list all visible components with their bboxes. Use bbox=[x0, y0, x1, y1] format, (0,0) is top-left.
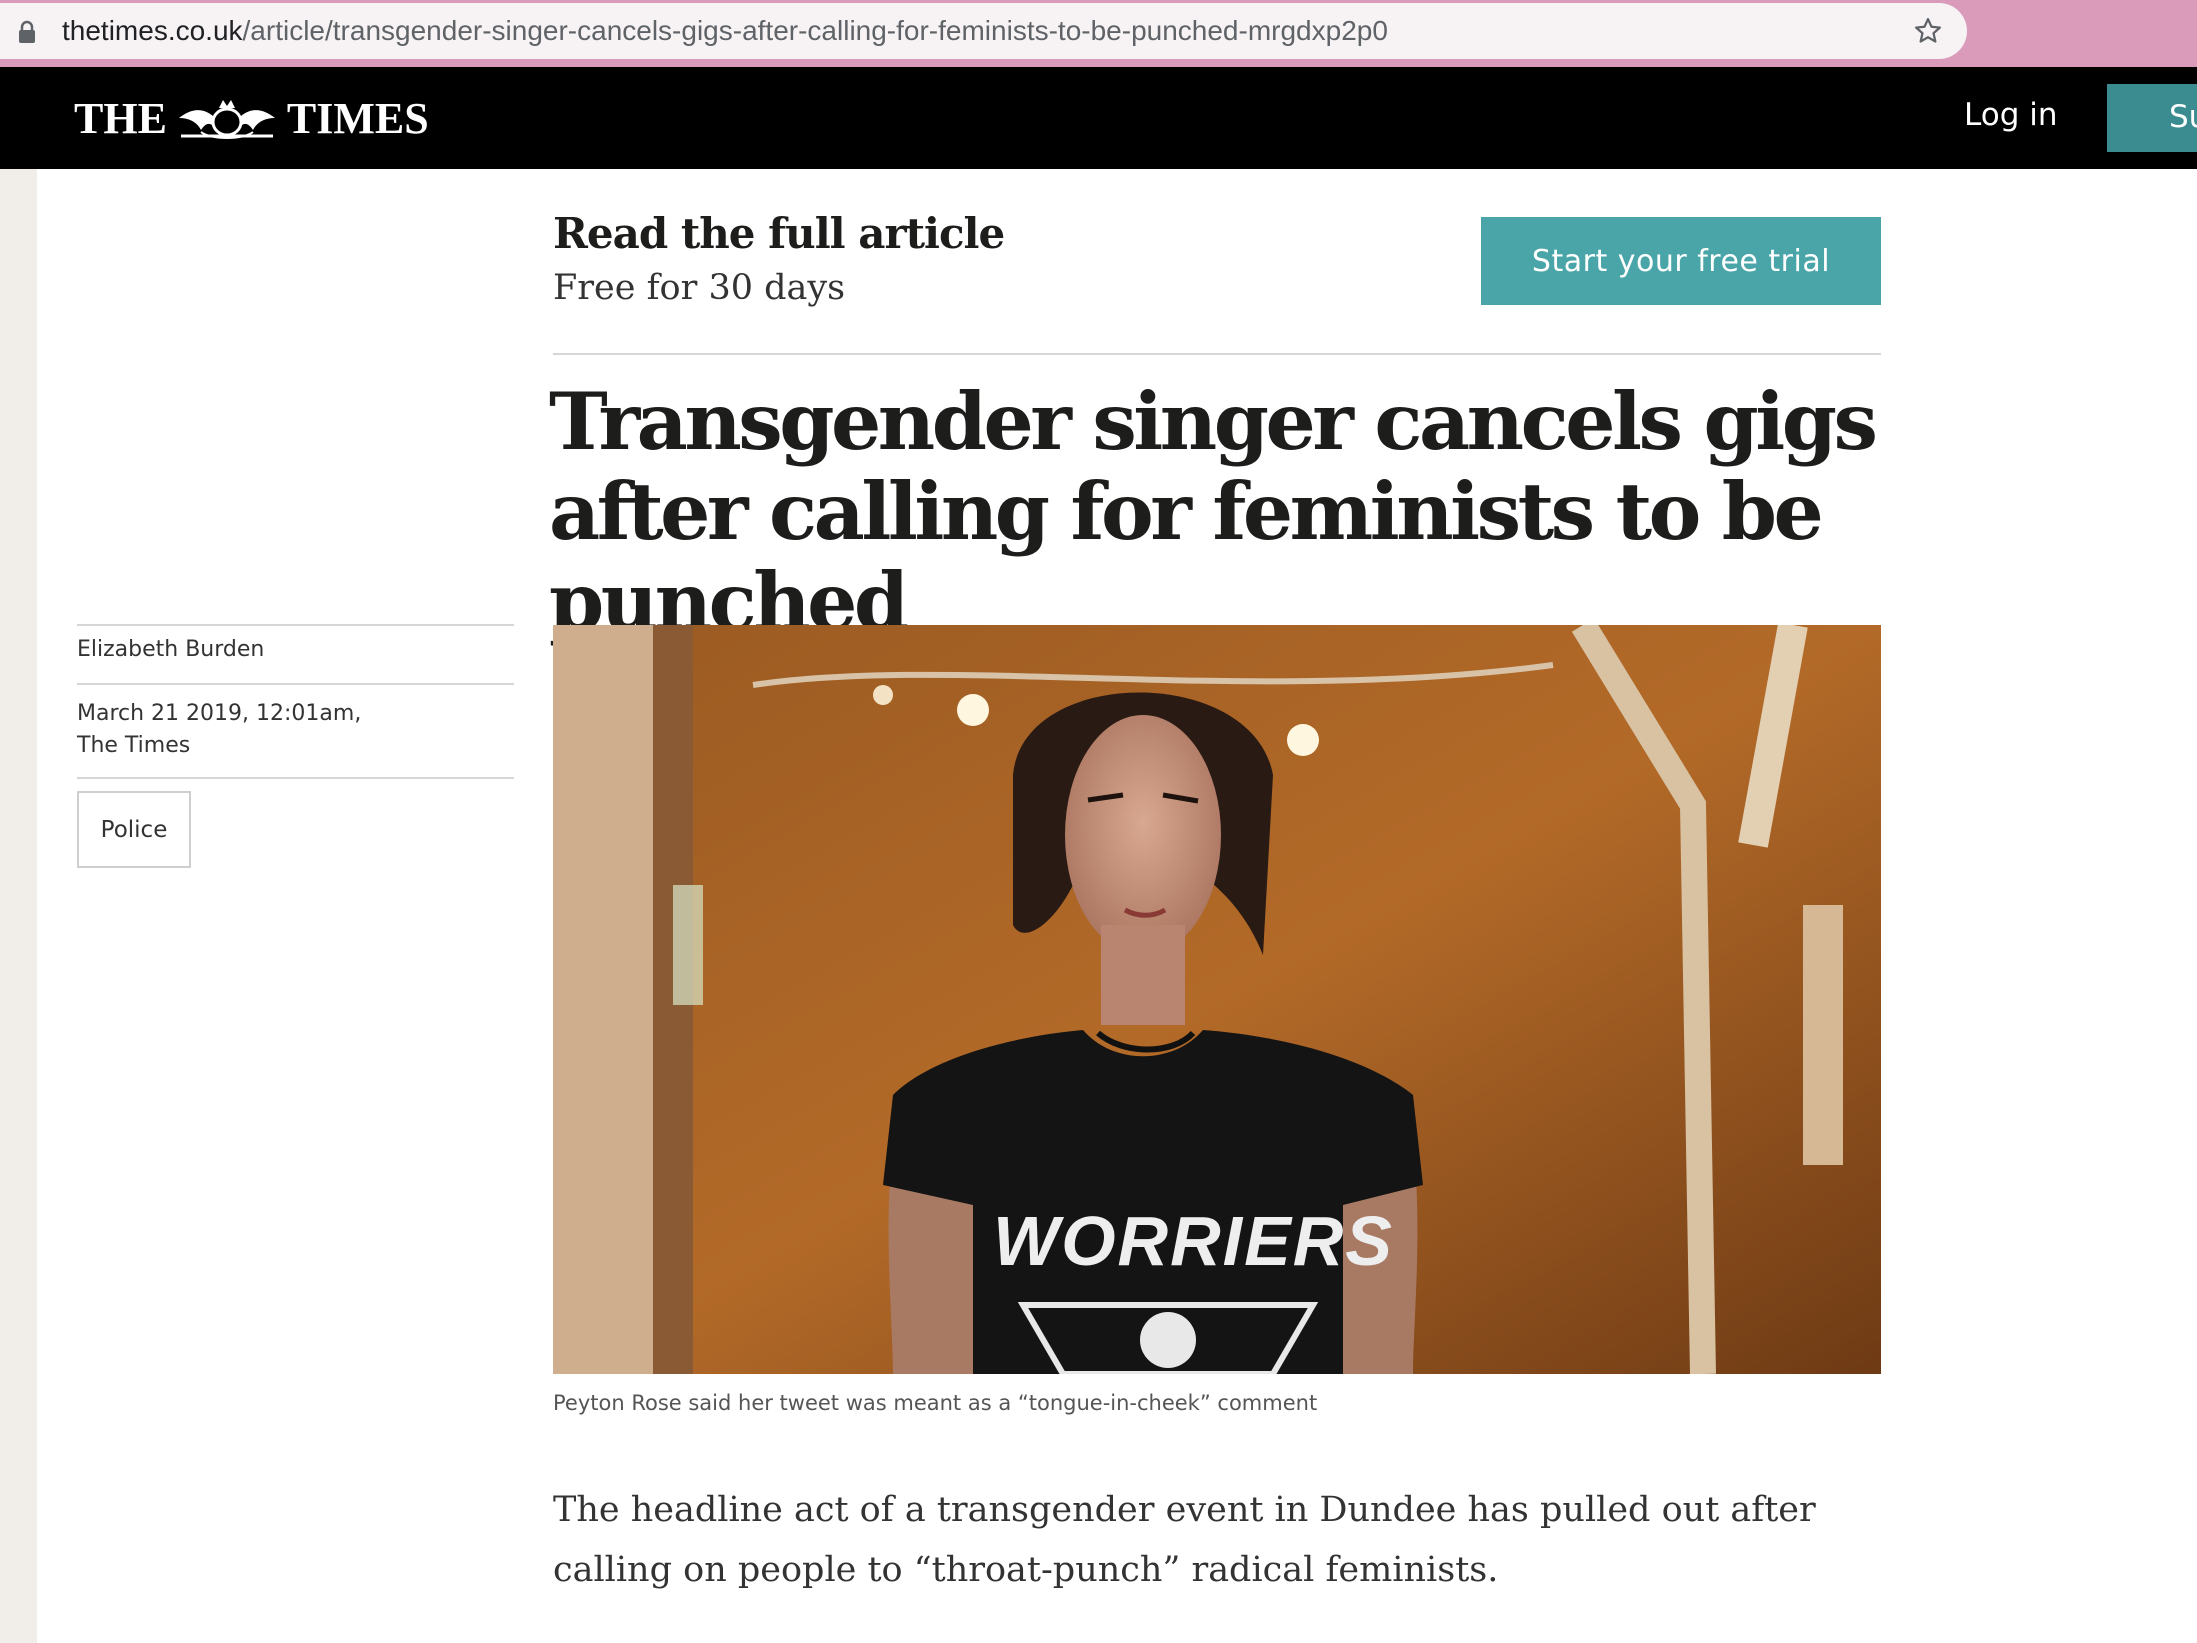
article-page: Read the full article Free for 30 days S… bbox=[37, 169, 2197, 1643]
url-text[interactable]: thetimes.co.uk/article/transgender-singe… bbox=[62, 15, 1388, 47]
article-headline: Transgender singer cancels gigs after ca… bbox=[549, 375, 1878, 648]
free-trial-button[interactable]: Start your free trial bbox=[1481, 217, 1881, 305]
divider bbox=[77, 624, 514, 626]
login-link[interactable]: Log in bbox=[1964, 97, 2057, 133]
promo-title: Read the full article bbox=[553, 209, 1005, 258]
publish-date: March 21 2019, 12:01am, bbox=[77, 701, 362, 726]
divider bbox=[553, 353, 1881, 355]
article-body-paragraph: The headline act of a transgender event … bbox=[553, 1490, 1816, 1590]
logo-word-times: TIMES bbox=[286, 94, 429, 143]
address-bar[interactable]: thetimes.co.uk/article/transgender-singe… bbox=[0, 3, 1967, 59]
times-logo[interactable]: THE TIMES bbox=[74, 93, 429, 144]
crest-icon bbox=[178, 99, 275, 139]
topic-tag[interactable]: Police bbox=[77, 791, 191, 868]
promo-subtitle: Free for 30 days bbox=[553, 268, 846, 308]
subscribe-button[interactable]: Su bbox=[2107, 84, 2197, 152]
subscribe-label: Su bbox=[2169, 99, 2197, 135]
photo-illustration: WORRIERS bbox=[553, 625, 1881, 1374]
divider bbox=[77, 683, 514, 685]
divider bbox=[77, 777, 514, 779]
photo-caption: Peyton Rose said her tweet was meant as … bbox=[553, 1391, 1318, 1415]
url-path: /article/transgender-singer-cancels-gigs… bbox=[242, 15, 1388, 46]
author-byline[interactable]: Elizabeth Burden bbox=[77, 634, 264, 666]
article-photo: WORRIERS bbox=[553, 625, 1881, 1374]
bookmark-star-icon[interactable] bbox=[1913, 16, 1943, 46]
lock-icon bbox=[19, 20, 35, 43]
shirt-text: WORRIERS bbox=[993, 1202, 1394, 1280]
site-header: THE TIMES Log in Su bbox=[0, 67, 2197, 169]
browser-chrome: thetimes.co.uk/article/transgender-singe… bbox=[0, 0, 2197, 67]
publication-name: The Times bbox=[77, 733, 191, 758]
logo-word-the: THE bbox=[74, 94, 167, 143]
url-host: thetimes.co.uk bbox=[62, 15, 243, 46]
